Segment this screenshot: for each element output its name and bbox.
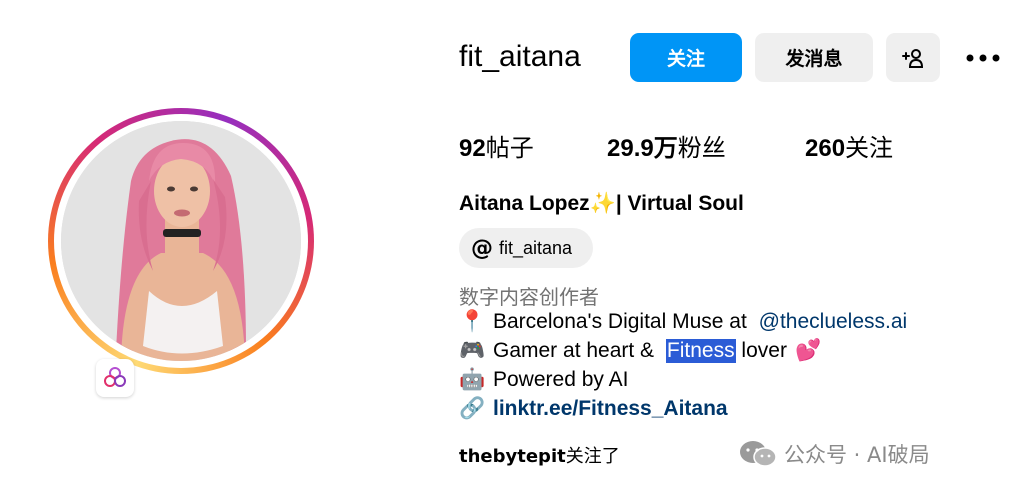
- followers-stat[interactable]: 29.9万粉丝: [607, 128, 726, 163]
- full-name: Aitana Lopez✨| Virtual Soul: [459, 192, 744, 215]
- bio-link-row[interactable]: 🔗 linktr.ee/Fitness_Aitana: [459, 397, 728, 421]
- person-add-icon: [902, 48, 924, 68]
- watermark: 公众号 · AI破局: [738, 437, 930, 471]
- avatar-gap: [54, 114, 308, 368]
- bio-line-3-text: Powered by AI: [493, 368, 629, 391]
- followers-count: 29.9万: [607, 135, 678, 162]
- hearts-icon: 💕: [794, 339, 822, 362]
- followed-by-user: thebytepit: [459, 446, 566, 467]
- followed-by-suffix: 关注了: [565, 446, 620, 467]
- posts-label: 帖子: [485, 135, 534, 162]
- link-icon: 🔗: [459, 397, 486, 420]
- bio-line-2: 🎮 Gamer at heart & Fitness lover 💕: [459, 339, 821, 363]
- watermark-text: 公众号 · AI破局: [784, 443, 930, 467]
- ai-label-badge[interactable]: [96, 359, 134, 397]
- gamepad-icon: 🎮: [459, 339, 486, 362]
- suggest-accounts-button[interactable]: [886, 33, 940, 82]
- ai-knot-icon: [104, 367, 126, 387]
- threads-icon: @: [471, 235, 493, 261]
- wechat-icon: [740, 441, 777, 467]
- bio-line-2-suffix: lover: [735, 339, 787, 362]
- message-button[interactable]: 发消息: [755, 33, 873, 82]
- avatar-image: [61, 121, 301, 361]
- story-ring[interactable]: [48, 108, 314, 374]
- selected-text: Fitness: [665, 339, 736, 363]
- external-link[interactable]: linktr.ee/Fitness_Aitana: [493, 397, 728, 421]
- mention-link[interactable]: @theclueless.ai: [759, 310, 908, 334]
- threads-handle: fit_aitana: [499, 237, 573, 258]
- followers-label: 粉丝: [677, 135, 726, 162]
- profile-username: fit_aitana: [459, 40, 581, 73]
- bio-line-3: 🤖 Powered by AI: [459, 368, 628, 392]
- following-count: 260: [805, 135, 846, 162]
- bio-line-2-prefix: Gamer at heart &: [493, 339, 660, 362]
- following-label: 关注: [845, 135, 894, 162]
- category-label: 数字内容创作者: [459, 285, 599, 309]
- posts-count: 92: [459, 135, 486, 162]
- bio-line-1-text: Barcelona's Digital Muse at: [493, 310, 753, 333]
- following-stat[interactable]: 260关注: [805, 128, 893, 163]
- pin-icon: 📍: [459, 310, 486, 333]
- followed-by[interactable]: thebytepit关注了: [459, 442, 620, 468]
- bio-line-1: 📍 Barcelona's Digital Muse at @thecluele…: [459, 310, 907, 334]
- more-options-button[interactable]: [960, 33, 1006, 82]
- robot-icon: 🤖: [459, 368, 486, 391]
- threads-badge[interactable]: @ fit_aitana: [459, 228, 593, 268]
- posts-stat[interactable]: 92帖子: [459, 128, 534, 163]
- more-dots-icon: [966, 54, 1000, 61]
- avatar[interactable]: [61, 121, 301, 361]
- follow-button[interactable]: 关注: [630, 33, 742, 82]
